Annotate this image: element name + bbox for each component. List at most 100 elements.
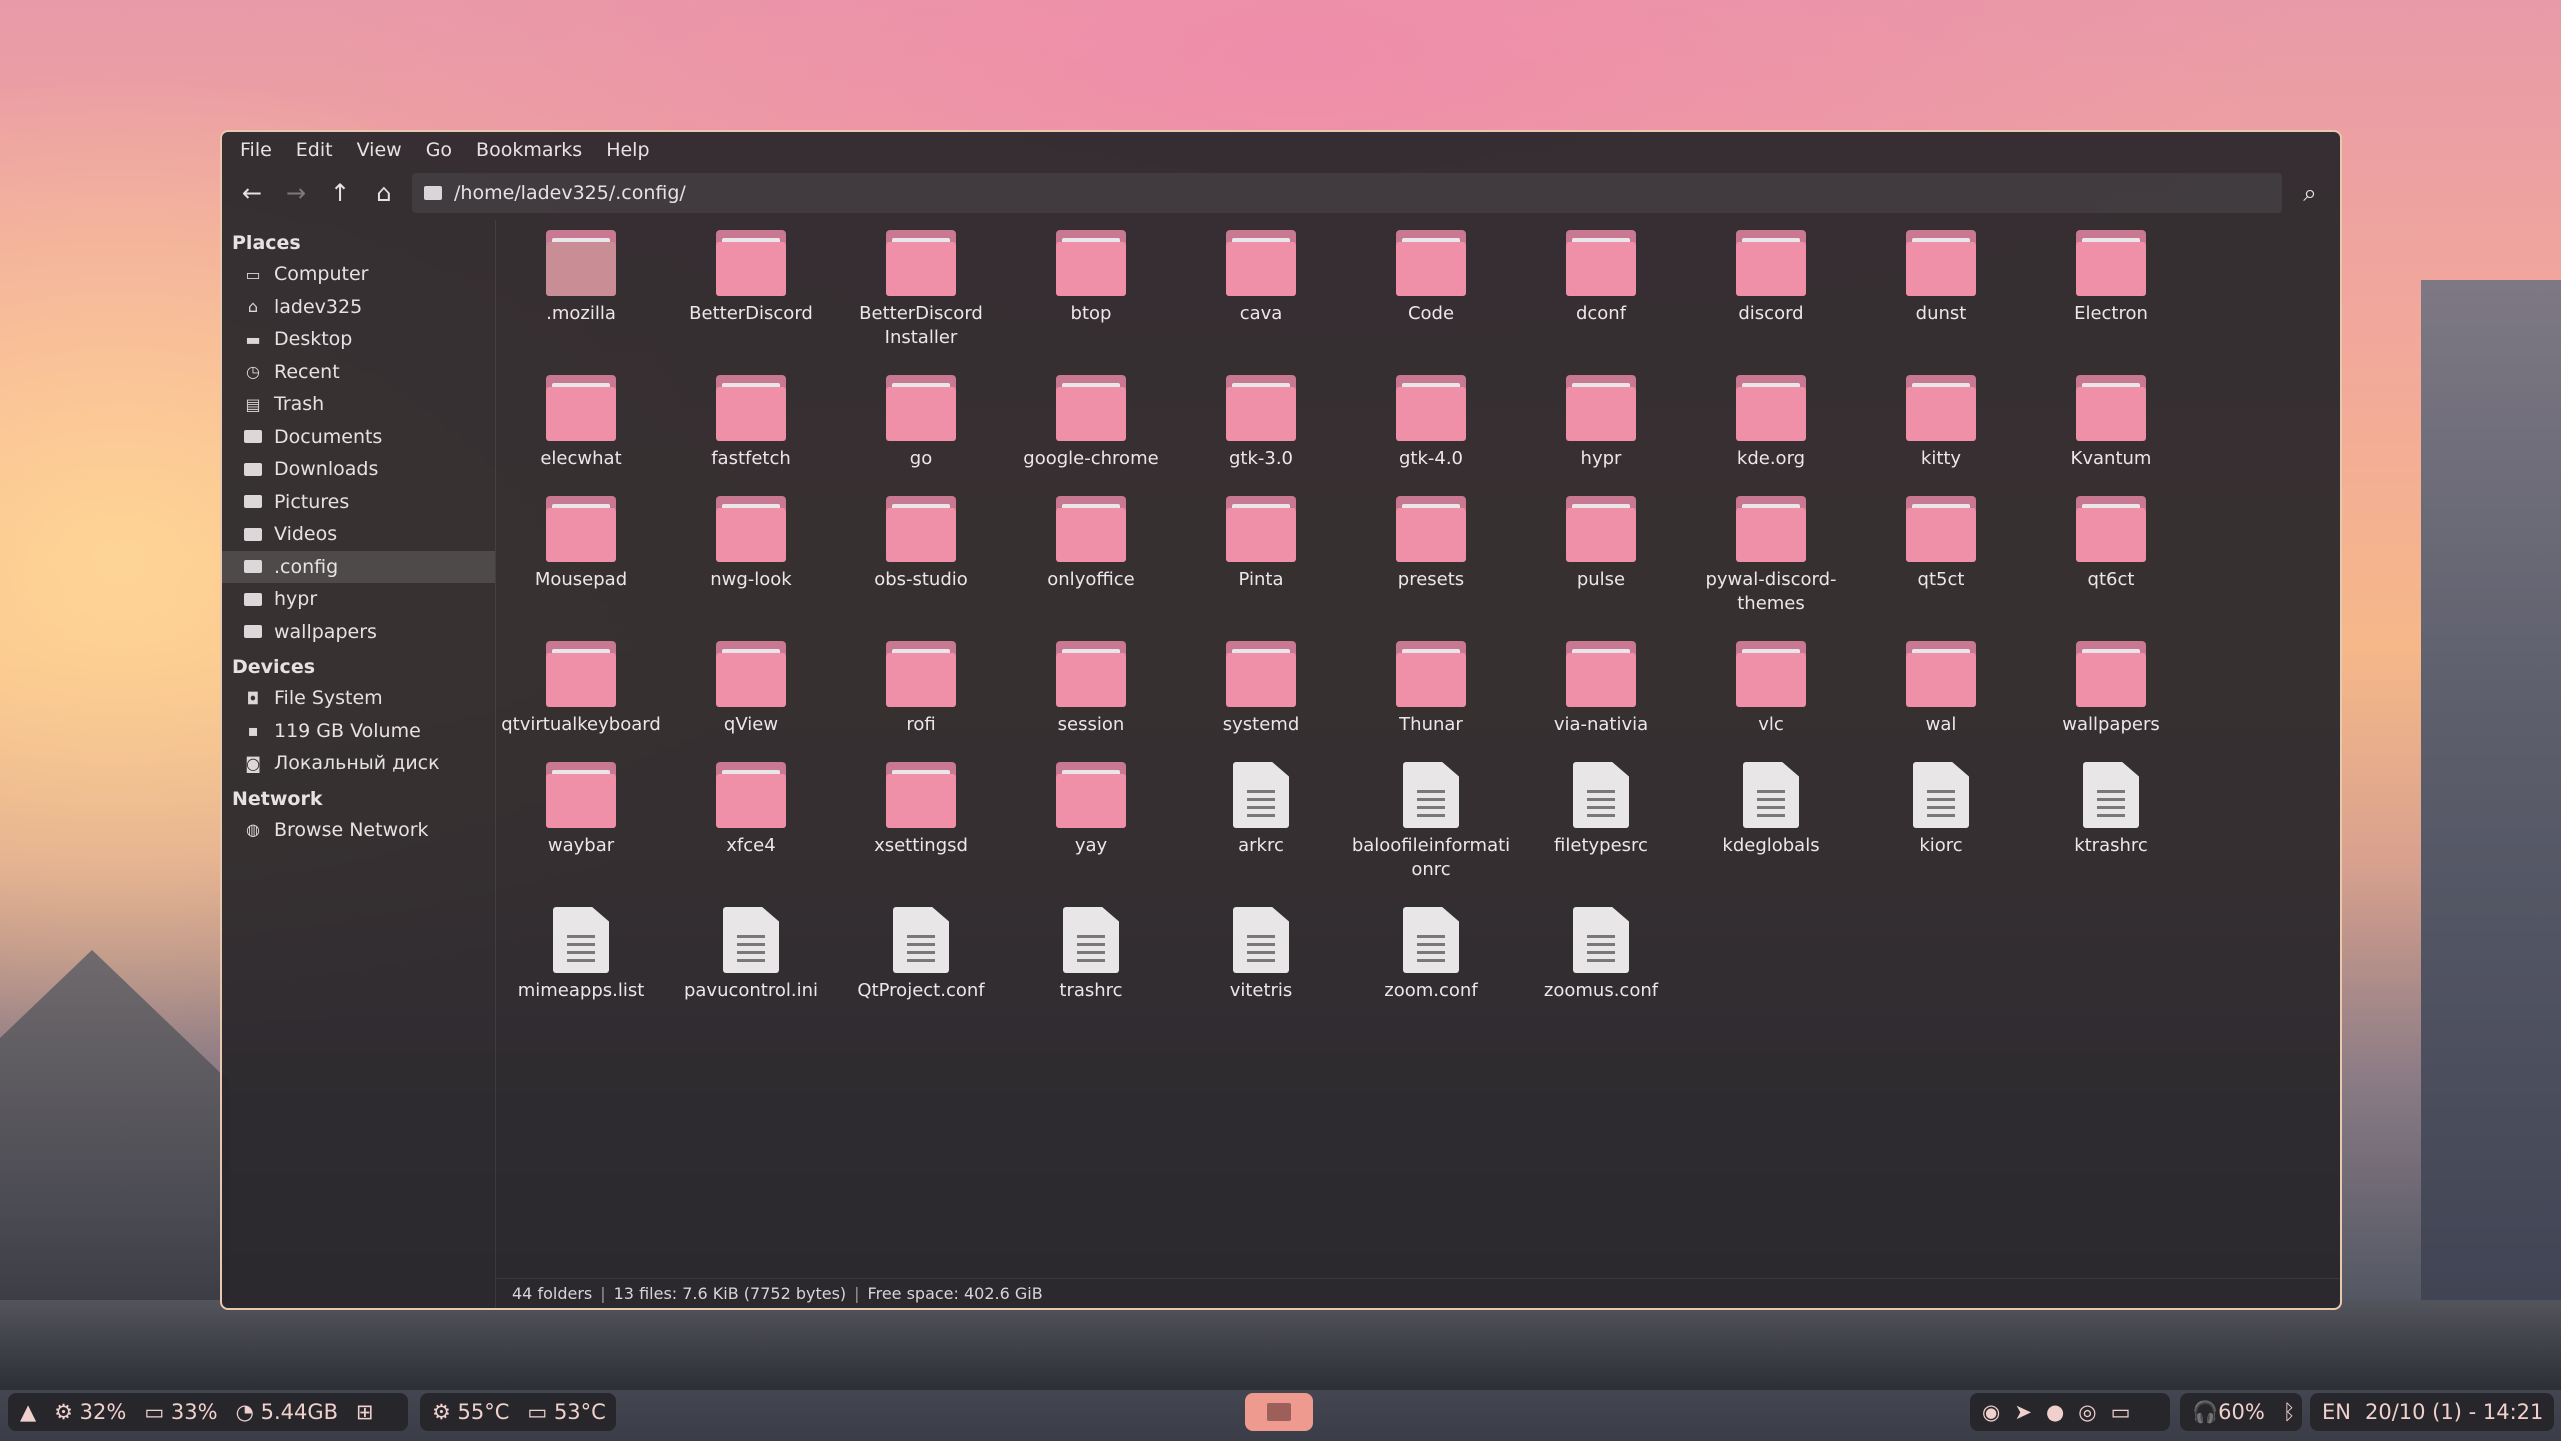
folder-item[interactable]: wallpapers — [2026, 631, 2196, 752]
file-item[interactable]: pavucontrol.ini — [666, 897, 836, 1018]
menu-edit[interactable]: Edit — [286, 135, 343, 165]
folder-item[interactable]: obs-studio — [836, 486, 1006, 631]
sidebar-item[interactable]: Downloads — [222, 453, 495, 486]
menu-file[interactable]: File — [230, 135, 282, 165]
folder-item[interactable]: session — [1006, 631, 1176, 752]
folder-item[interactable]: kde.org — [1686, 365, 1856, 486]
folder-item[interactable]: qtvirtualkeyboard — [496, 631, 666, 752]
folder-item[interactable]: onlyoffice — [1006, 486, 1176, 631]
sidebar-item[interactable]: Pictures — [222, 486, 495, 519]
arch-logo-icon[interactable]: ▲ — [20, 1400, 36, 1424]
folder-item[interactable]: Thunar — [1346, 631, 1516, 752]
file-item[interactable]: baloofileinformationrc — [1346, 752, 1516, 897]
folder-item[interactable]: systemd — [1176, 631, 1346, 752]
keyboard-layout[interactable]: EN — [2322, 1400, 2351, 1424]
up-icon[interactable]: ↑ — [318, 173, 362, 213]
bluetooth-icon[interactable]: ᛒ — [2283, 1400, 2296, 1424]
file-item[interactable]: kdeglobals — [1686, 752, 1856, 897]
menu-bookmarks[interactable]: Bookmarks — [466, 135, 592, 165]
folder-item[interactable]: google-chrome — [1006, 365, 1176, 486]
folder-item[interactable]: Code — [1346, 220, 1516, 365]
folder-item[interactable]: BetterDiscord — [666, 220, 836, 365]
sidebar-item[interactable]: ◷ Recent — [222, 356, 495, 389]
folder-item[interactable]: xfce4 — [666, 752, 836, 897]
sidebar-item[interactable]: ◍ Browse Network — [222, 814, 495, 847]
location-bar[interactable]: /home/ladev325/.config/ — [412, 173, 2282, 213]
folder-item[interactable]: Electron — [2026, 220, 2196, 365]
sidebar-item[interactable]: ▭ Computer — [222, 258, 495, 291]
folder-item[interactable]: Mousepad — [496, 486, 666, 631]
file-item[interactable]: zoom.conf — [1346, 897, 1516, 1018]
sidebar-item[interactable]: hypr — [222, 583, 495, 616]
zoom-icon[interactable]: ● — [2046, 1400, 2064, 1424]
file-item[interactable]: ktrashrc — [2026, 752, 2196, 897]
sidebar-item[interactable]: ⌂ ladev325 — [222, 291, 495, 324]
sidebar-item[interactable]: ▪ 119 GB Volume — [222, 715, 495, 748]
folder-item[interactable]: go — [836, 365, 1006, 486]
sidebar-item[interactable]: .config — [222, 550, 495, 583]
folder-item[interactable]: nwg-look — [666, 486, 836, 631]
search-icon[interactable]: ⌕ — [2288, 173, 2332, 213]
folder-item[interactable]: dconf — [1516, 220, 1686, 365]
folder-item[interactable]: gtk-4.0 — [1346, 365, 1516, 486]
folder-item[interactable]: hypr — [1516, 365, 1686, 486]
folder-item[interactable]: Pinta — [1176, 486, 1346, 631]
folder-item[interactable]: rofi — [836, 631, 1006, 752]
file-item[interactable]: vitetris — [1176, 897, 1346, 1018]
folder-item[interactable]: pywal-discord-themes — [1686, 486, 1856, 631]
file-item[interactable]: filetypesrc — [1516, 752, 1686, 897]
clock[interactable]: 20/10 (1) - 14:21 — [2365, 1400, 2543, 1424]
sidebar-item[interactable]: ◘ File System — [222, 682, 495, 715]
folder-item[interactable]: yay — [1006, 752, 1176, 897]
sidebar-item[interactable]: Documents — [222, 421, 495, 454]
folder-item[interactable]: qView — [666, 631, 836, 752]
home-icon[interactable]: ⌂ — [362, 173, 406, 213]
file-item[interactable]: arkrc — [1176, 752, 1346, 897]
folder-item[interactable]: btop — [1006, 220, 1176, 365]
folder-item[interactable]: qt6ct — [2026, 486, 2196, 631]
folder-item[interactable]: elecwhat — [496, 365, 666, 486]
folder-item[interactable]: BetterDiscord Installer — [836, 220, 1006, 365]
sidebar-item[interactable]: wallpapers — [222, 616, 495, 649]
sidebar-item[interactable]: Videos — [222, 518, 495, 551]
active-app-thunar[interactable] — [1245, 1393, 1313, 1431]
folder-item[interactable]: dunst — [1856, 220, 2026, 365]
folder-item[interactable]: waybar — [496, 752, 666, 897]
folder-item[interactable]: wal — [1856, 631, 2026, 752]
headphones-icon[interactable]: 🎧60% — [2192, 1400, 2265, 1425]
telegram-icon[interactable]: ➤ — [2014, 1400, 2032, 1424]
forward-icon[interactable]: → — [274, 173, 318, 213]
sidebar-item[interactable]: ▬ Desktop — [222, 323, 495, 356]
menu-go[interactable]: Go — [416, 135, 462, 165]
file-item[interactable]: QtProject.conf — [836, 897, 1006, 1018]
place-icon: ▪ — [247, 721, 259, 741]
sidebar-item-label: 119 GB Volume — [274, 719, 421, 742]
folder-item[interactable]: qt5ct — [1856, 486, 2026, 631]
menu-view[interactable]: View — [347, 135, 412, 165]
file-item[interactable]: kiorc — [1856, 752, 2026, 897]
folder-item[interactable]: presets — [1346, 486, 1516, 631]
back-icon[interactable]: ← — [230, 173, 274, 213]
folder-item[interactable]: cava — [1176, 220, 1346, 365]
discord-icon[interactable]: ◉ — [1982, 1400, 2000, 1424]
file-item[interactable]: trashrc — [1006, 897, 1176, 1018]
folder-item[interactable]: via-nativia — [1516, 631, 1686, 752]
folder-item[interactable]: kitty — [1856, 365, 2026, 486]
folder-item[interactable]: pulse — [1516, 486, 1686, 631]
item-label: presets — [1397, 569, 1465, 590]
folder-item[interactable]: xsettingsd — [836, 752, 1006, 897]
sidebar-item[interactable]: ▤ Trash — [222, 388, 495, 421]
folder-item[interactable]: discord — [1686, 220, 1856, 365]
file-item[interactable]: zoomus.conf — [1516, 897, 1686, 1018]
folder-item[interactable]: vlc — [1686, 631, 1856, 752]
folder-item[interactable]: gtk-3.0 — [1176, 365, 1346, 486]
folder-item[interactable]: fastfetch — [666, 365, 836, 486]
sidebar-item[interactable]: ◙ Локальный диск — [222, 747, 495, 780]
folder-item[interactable]: Kvantum — [2026, 365, 2196, 486]
network-icon[interactable]: ⊞ — [356, 1400, 374, 1424]
screen-icon[interactable]: ▭ — [2111, 1400, 2131, 1424]
folder-item[interactable]: .mozilla — [496, 220, 666, 365]
file-item[interactable]: mimeapps.list — [496, 897, 666, 1018]
menu-help[interactable]: Help — [596, 135, 659, 165]
pulse-icon[interactable]: ◎ — [2078, 1400, 2096, 1424]
